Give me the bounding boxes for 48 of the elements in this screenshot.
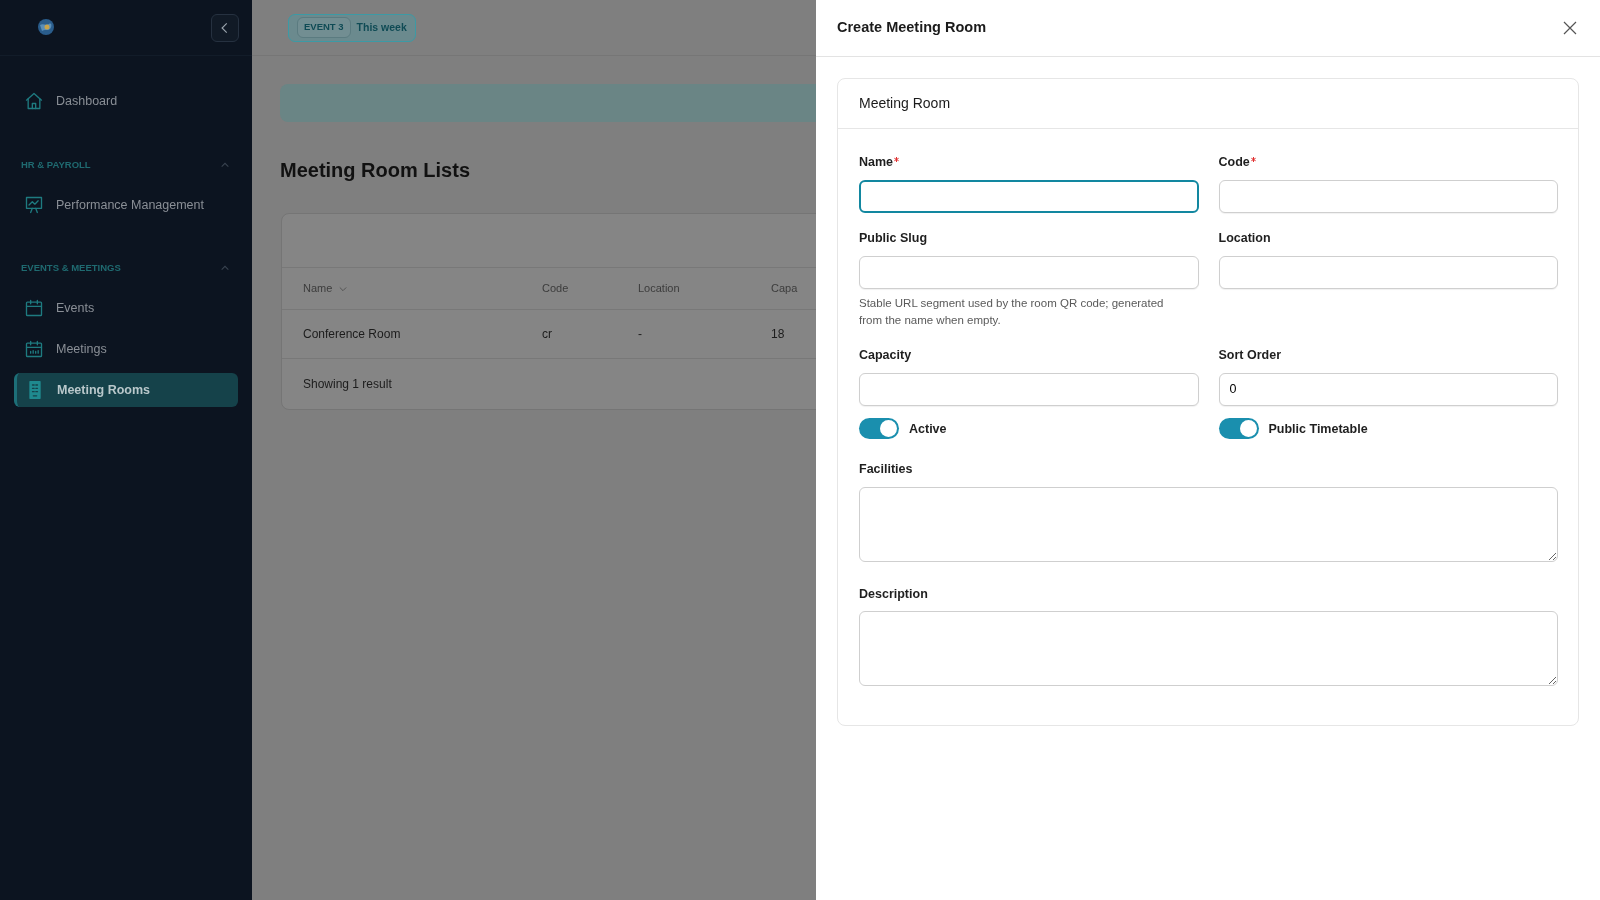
collapse-sidebar-button[interactable] — [211, 13, 239, 42]
chevron-icon — [220, 263, 230, 273]
table-cell-text: cr — [542, 326, 552, 343]
calendar-icon — [24, 298, 44, 318]
text-area[interactable] — [859, 486, 1558, 562]
sidebar-item[interactable]: Events — [14, 291, 238, 325]
calendar-icon — [24, 339, 44, 359]
field-label: Sort Order — [1218, 348, 1281, 363]
field-label: Code — [1218, 155, 1250, 169]
toggle-switch[interactable] — [1218, 418, 1259, 440]
card-title: Meeting Room — [838, 79, 1578, 129]
table-cell-text: Conference Room — [303, 326, 401, 343]
table-cell-text: 18 — [771, 326, 785, 343]
sidebar-item[interactable]: Performance Management — [14, 188, 238, 222]
result-count: Showing 1 result — [303, 376, 392, 393]
chart-board-icon — [24, 195, 44, 215]
sidebar-item[interactable]: Meeting Rooms — [14, 373, 238, 407]
section-header[interactable]: EVENTS & MEETINGS — [0, 258, 252, 278]
toggle-switch[interactable] — [859, 418, 899, 440]
field-label: Description — [859, 586, 928, 601]
required-icon — [1250, 154, 1256, 164]
home-icon — [24, 91, 44, 111]
period-label: This week — [356, 19, 407, 35]
page-title: Meeting Room Lists — [280, 158, 471, 183]
toggle-label: Active — [909, 420, 947, 438]
section-header[interactable]: HR & PAYROLL — [0, 155, 252, 175]
close-button[interactable] — [1562, 20, 1578, 36]
sidebar-item[interactable]: Dashboard — [14, 84, 238, 118]
column-header: Location — [638, 281, 680, 297]
field-label: Name — [859, 155, 894, 169]
column-header[interactable]: Name — [303, 280, 333, 297]
chevron-icon — [220, 160, 230, 170]
drawer-title: Create Meeting Room — [837, 18, 987, 38]
field-label: Facilities — [859, 461, 913, 476]
table-cell-text: - — [638, 326, 642, 343]
text-area[interactable] — [859, 611, 1558, 687]
column-header: Code — [542, 281, 569, 297]
event-badge: EVENT 3 — [297, 17, 351, 38]
input-field[interactable] — [859, 179, 1199, 213]
required-icon — [894, 154, 900, 164]
input-field[interactable]: 0 — [1218, 372, 1558, 406]
field-label: Public Slug — [859, 230, 928, 245]
field-label: Capacity — [859, 348, 912, 363]
sidebar-item[interactable]: Meetings — [14, 332, 238, 366]
toggle-label: Public Timetable — [1268, 420, 1368, 438]
help-text: Stable URL segment used by the room QR code; generated from the name when empty. — [859, 295, 1165, 329]
field-label: Location — [1218, 230, 1271, 245]
column-header: Capa — [771, 281, 798, 297]
